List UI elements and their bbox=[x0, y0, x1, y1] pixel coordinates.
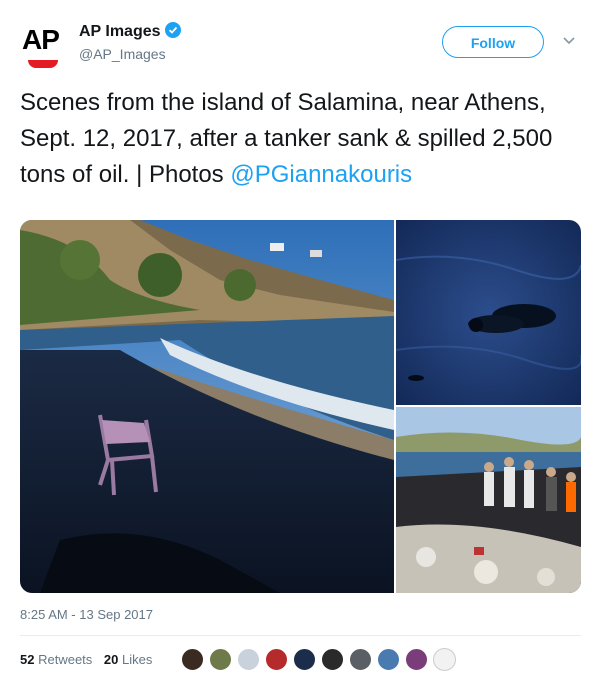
photo-cleanup-workers[interactable] bbox=[396, 407, 581, 593]
account-avatar[interactable]: AP bbox=[20, 22, 66, 68]
chevron-down-icon[interactable] bbox=[562, 36, 576, 46]
account-name-row[interactable]: AP Images bbox=[79, 22, 181, 41]
likes-label: Likes bbox=[122, 652, 153, 667]
liker-avatar[interactable] bbox=[377, 648, 400, 671]
ap-logo: AP bbox=[22, 24, 60, 55]
liker-avatar[interactable] bbox=[405, 648, 428, 671]
account-name[interactable]: AP Images bbox=[79, 23, 161, 40]
retweets-count: 52 bbox=[20, 652, 35, 667]
ap-logo-swoosh bbox=[28, 60, 58, 68]
photo-oiled-bird[interactable] bbox=[396, 220, 581, 405]
account-handle[interactable]: @AP_Images bbox=[79, 46, 166, 62]
tweet-text: Scenes from the island of Salamina, near… bbox=[20, 85, 580, 193]
liker-avatar[interactable] bbox=[349, 648, 372, 671]
photo-beach-chair[interactable] bbox=[20, 220, 394, 593]
likes-stat[interactable]: 20 Likes bbox=[104, 652, 152, 667]
verified-badge-icon bbox=[164, 22, 181, 38]
mention-link[interactable]: @PGiannakouris bbox=[230, 161, 412, 188]
follow-button[interactable]: Follow bbox=[442, 26, 544, 58]
divider bbox=[20, 635, 581, 636]
liker-avatar[interactable] bbox=[293, 648, 316, 671]
retweets-stat[interactable]: 52 Retweets bbox=[20, 652, 92, 667]
engagement-stats: 52 Retweets 20 Likes bbox=[20, 652, 152, 667]
likes-count: 20 bbox=[103, 652, 119, 667]
liker-avatar[interactable] bbox=[181, 648, 204, 671]
retweets-label: Retweets bbox=[38, 652, 93, 667]
liker-avatar[interactable] bbox=[321, 648, 344, 671]
tweet-timestamp[interactable]: 8:25 AM - 13 Sep 2017 bbox=[20, 607, 153, 622]
liker-avatar[interactable] bbox=[209, 648, 232, 671]
liker-avatar[interactable] bbox=[237, 648, 260, 671]
liker-avatar[interactable] bbox=[433, 648, 456, 671]
liker-avatar[interactable] bbox=[265, 648, 288, 671]
